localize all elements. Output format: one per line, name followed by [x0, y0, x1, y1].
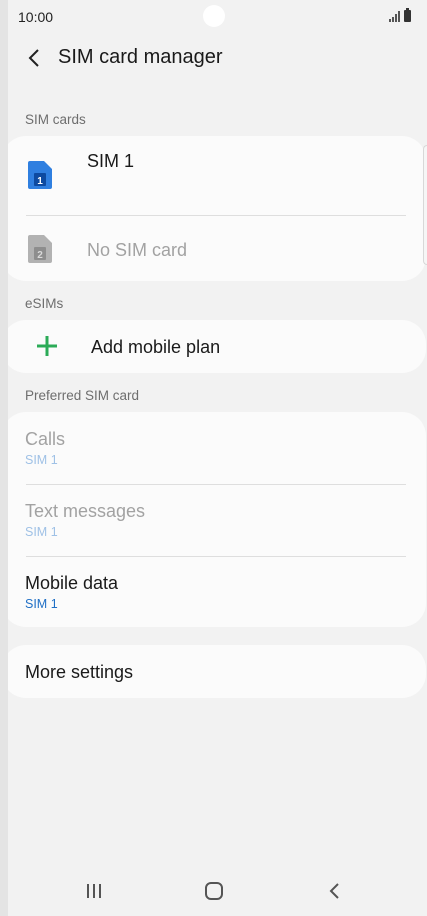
recents-icon — [87, 884, 101, 898]
signal-icon — [389, 11, 400, 22]
back-button[interactable] — [16, 40, 52, 76]
sim-cards-card: 1 SIM 1 2 No SIM card — [8, 136, 426, 281]
sim-slot-number: 2 — [37, 250, 43, 261]
sim-card-icon: 2 — [28, 235, 52, 263]
preferred-row-calls: Calls SIM 1 — [8, 412, 426, 484]
back-icon — [329, 883, 339, 899]
sim-card-row-2: 2 No SIM card — [8, 216, 426, 281]
section-label-sim-cards: SIM cards — [25, 112, 86, 127]
sim-card-label: No SIM card — [87, 240, 188, 260]
sim-slot-number: 1 — [37, 176, 43, 187]
section-label-esims: eSIMs — [25, 296, 64, 311]
home-button[interactable] — [194, 874, 234, 908]
preferred-row-title: Mobile data — [25, 573, 119, 593]
status-time: 10:00 — [18, 9, 54, 25]
preferred-sim-card: Calls SIM 1 Text messages SIM 1 Mobile d… — [8, 412, 426, 627]
sim-card-label: SIM 1 — [87, 151, 135, 171]
add-mobile-plan-row[interactable]: Add mobile plan — [8, 320, 426, 373]
edge-panel-handle[interactable] — [423, 145, 427, 265]
status-bar: 10:00 — [8, 0, 427, 34]
preferred-row-value: SIM 1 — [25, 597, 58, 611]
nav-back-button[interactable] — [314, 874, 354, 908]
sim-card-icon: 1 — [28, 161, 52, 189]
preferred-row-title: Calls — [25, 429, 66, 449]
section-label-preferred: Preferred SIM card — [25, 388, 140, 403]
preferred-row-mobile-data[interactable]: Mobile data SIM 1 — [8, 557, 426, 627]
sim-card-row-1[interactable]: 1 SIM 1 — [8, 136, 426, 216]
preferred-row-value: SIM 1 — [25, 525, 58, 539]
more-settings-row[interactable]: More settings — [8, 645, 426, 698]
navigation-bar — [8, 866, 427, 916]
preferred-row-title: Text messages — [25, 501, 146, 521]
preferred-row-value: SIM 1 — [25, 453, 58, 467]
status-icons — [389, 8, 411, 22]
preferred-row-text-messages: Text messages SIM 1 — [8, 485, 426, 556]
front-camera — [203, 5, 225, 27]
battery-icon — [404, 8, 411, 22]
recents-button[interactable] — [74, 874, 114, 908]
screen: 10:00 SIM card manager SIM cards 1 SIM 1 — [0, 0, 427, 916]
add-mobile-plan-label: Add mobile plan — [91, 337, 221, 357]
app-bar: SIM card manager — [8, 36, 427, 80]
chevron-left-icon — [28, 49, 39, 67]
more-settings-label: More settings — [25, 662, 134, 682]
home-icon — [205, 882, 223, 900]
plus-icon — [37, 336, 57, 356]
page-title: SIM card manager — [58, 46, 223, 68]
